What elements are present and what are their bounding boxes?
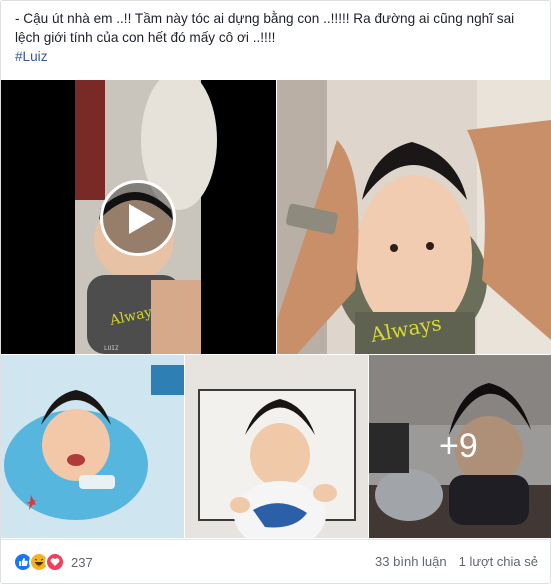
engagement-stats: 33 bình luận 1 lượt chia sẻ [375, 554, 538, 569]
baby-swim-ring-image [1, 355, 184, 538]
photo-4[interactable]: +9 [369, 355, 551, 538]
hashtag-link[interactable]: #Luiz [15, 49, 48, 64]
play-icon [129, 204, 155, 234]
love-icon [45, 552, 65, 572]
caption-text: - Cậu út nhà em ..!! Tầm này tóc ai dựng… [15, 11, 515, 45]
baby-on-pillow-image [185, 355, 368, 538]
comments-link[interactable]: 33 bình luận [375, 554, 447, 569]
photo-1[interactable]: Always [277, 80, 551, 354]
photo-2[interactable] [1, 355, 184, 538]
post-caption: - Cậu út nhà em ..!! Tầm này tóc ai dựng… [15, 9, 540, 66]
more-photos-overlay[interactable]: +9 [369, 355, 551, 538]
video-thumbnail[interactable]: Always LUIZ [1, 80, 276, 354]
facebook-post: - Cậu út nhà em ..!! Tầm này tóc ai dựng… [0, 0, 551, 584]
reactions-summary[interactable]: 237 [13, 552, 93, 572]
shares-link[interactable]: 1 lượt chia sẻ [459, 554, 538, 569]
photo-3[interactable] [185, 355, 368, 538]
more-photos-count: +9 [439, 427, 478, 465]
reaction-count: 237 [71, 554, 93, 570]
play-button[interactable] [100, 180, 176, 256]
video-watermark: LUIZ [104, 345, 119, 352]
baby-head-held-image: Always [277, 80, 551, 354]
post-footer: 237 33 bình luận 1 lượt chia sẻ [1, 539, 551, 584]
